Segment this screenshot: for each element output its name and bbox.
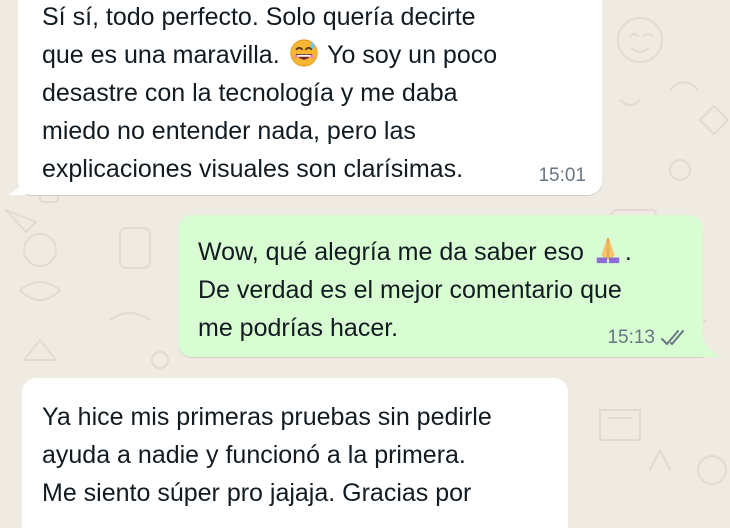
- message-meta: 15:13: [607, 327, 687, 349]
- message-text: Sí sí, todo perfecto. Solo quería decirt…: [42, 3, 498, 183]
- incoming-bubble-tail: [8, 177, 26, 195]
- folded-hands-emoji: [596, 237, 620, 264]
- incoming-message-bubble[interactable]: Ya hice mis primeras pruebas sin pedirle…: [22, 378, 568, 528]
- grinning-sweat-face-emoji: [290, 39, 318, 67]
- message-time: 15:13: [607, 327, 655, 348]
- outgoing-message-bubble[interactable]: Wow, qué alegría me da saber eso . De ve…: [178, 215, 703, 357]
- message-text: Ya hice mis primeras pruebas sin pedirle…: [42, 403, 492, 507]
- outgoing-bubble-tail: [703, 339, 721, 357]
- double-check-read-icon: [661, 330, 684, 345]
- message-meta: 15:01: [538, 165, 586, 187]
- incoming-message-bubble[interactable]: Sí sí, todo perfecto. Solo quería decirt…: [18, 0, 602, 195]
- message-time: 15:01: [538, 165, 586, 186]
